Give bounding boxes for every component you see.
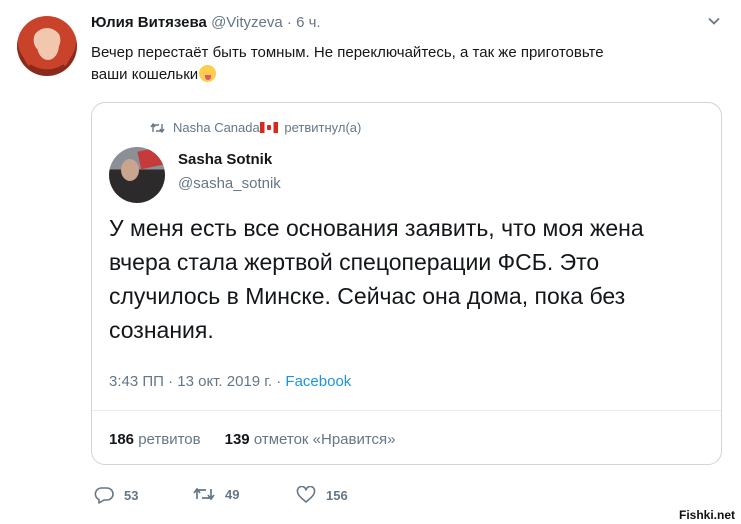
tweet-text-line2: ваши кошельки <box>91 66 199 83</box>
quoted-tweet-timestamp: 3:43 ПП · 13 окт. 2019 г. · Facebook <box>109 373 351 390</box>
quoted-tweet-text: У меня есть все основания заявить, что м… <box>109 215 644 343</box>
tweet-text: Вечер перестаёт быть томным. Не переключ… <box>91 42 711 86</box>
retweet-icon <box>150 122 165 134</box>
tweet-time[interactable]: 6 ч. <box>296 14 321 31</box>
divider <box>92 410 721 411</box>
timestamp-text[interactable]: 3:43 ПП · 13 окт. 2019 г. · <box>109 373 285 390</box>
canada-flag-icon <box>259 122 278 133</box>
quoted-author-name[interactable]: Sasha Sotnik <box>178 151 272 168</box>
tweet-header: Юлия Витязева @Vityzeva · 6 ч. <box>91 14 321 31</box>
likes-count: 139 <box>224 431 250 448</box>
quoted-tweet-card[interactable]: Nasha Canada ретвитнул(а) Sasha Sotnik @… <box>91 102 722 465</box>
quoted-author-handle[interactable]: @sasha_sotnik <box>178 175 281 192</box>
like-count: 156 <box>326 487 348 503</box>
chevron-down-icon[interactable] <box>707 14 721 28</box>
quoted-author-avatar[interactable] <box>109 147 165 203</box>
source-link[interactable]: Facebook <box>285 373 351 390</box>
retweets-stat[interactable]: 186 ретвитов <box>109 431 201 448</box>
reply-button[interactable]: 53 <box>94 486 138 504</box>
reply-icon <box>94 487 114 504</box>
retweet-icon <box>193 487 215 501</box>
avatar-face <box>37 30 59 60</box>
likes-stat[interactable]: 139 отметок «Нравится» <box>225 431 396 448</box>
avatar-face <box>121 159 139 181</box>
tweet-text-line1: Вечер перестаёт быть томным. Не переключ… <box>91 44 604 61</box>
retweets-label: ретвитов <box>138 431 201 448</box>
watermark: Fishki.net <box>676 508 737 522</box>
likes-label: отметок «Нравится» <box>253 431 396 448</box>
retweeted-label: ретвитнул(а) <box>284 120 362 135</box>
retweeter-name[interactable]: Nasha Canada <box>173 120 260 135</box>
reply-count: 53 <box>124 487 139 503</box>
author-handle[interactable]: @Vityzeva <box>211 14 283 31</box>
quoted-tweet-stats: 186 ретвитов 139 отметок «Нравится» <box>109 431 396 448</box>
header-separator: · <box>282 14 297 31</box>
retweets-count: 186 <box>109 431 135 448</box>
squinting-tongue-emoji-icon <box>199 65 217 82</box>
author-avatar[interactable] <box>17 16 77 76</box>
retweet-context: Nasha Canada ретвитнул(а) <box>150 120 361 135</box>
like-button[interactable]: 156 <box>296 486 348 504</box>
avatar-flag <box>137 147 165 170</box>
author-name[interactable]: Юлия Витязева <box>91 14 207 31</box>
heart-icon <box>296 486 316 503</box>
retweet-count: 49 <box>225 486 240 502</box>
retweet-button[interactable]: 49 <box>193 486 239 502</box>
